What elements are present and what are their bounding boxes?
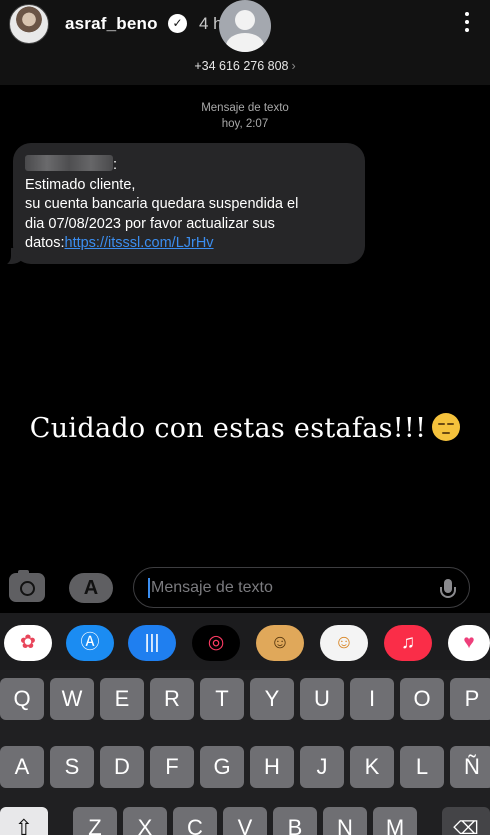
contact-phone[interactable]: +34 616 276 808 › (0, 59, 490, 73)
key-h[interactable]: H (250, 746, 294, 788)
photos-app-icon[interactable]: ✿ (4, 625, 52, 661)
message-line: datos:https://itsssl.com/LJrHv (25, 234, 351, 254)
story-header: asraf_beno ✓ 4 h +34 616 276 808 › (0, 0, 490, 85)
key-w[interactable]: W (50, 678, 94, 720)
key-z[interactable]: Z (73, 807, 117, 835)
fitness-icon[interactable]: ◎ (192, 625, 240, 661)
app-store-button-icon[interactable]: A (69, 573, 113, 603)
caption-text: Cuidado con estas estafas!!! (29, 413, 427, 444)
chevron-right-icon: › (291, 59, 296, 73)
contact-avatar-icon[interactable] (219, 0, 271, 52)
delete-key-icon[interactable]: ⌫ (442, 807, 490, 835)
message-line: su cuenta bancaria quedara suspendida el (25, 196, 299, 212)
phone-number: +34 616 276 808 (194, 59, 289, 73)
key-y[interactable]: Y (250, 678, 294, 720)
message-sender-line: : (25, 155, 351, 176)
key-t[interactable]: T (200, 678, 244, 720)
message-input[interactable]: Mensaje de texto (133, 567, 470, 608)
username[interactable]: asraf_beno (65, 14, 158, 34)
key-o[interactable]: O (400, 678, 444, 720)
digital-touch-icon[interactable]: ♥ (448, 625, 490, 661)
memoji-icon[interactable]: ☺ (256, 625, 304, 661)
story-caption: Cuidado con estas estafas!!! (0, 413, 490, 444)
camera-icon[interactable] (9, 570, 45, 602)
key-x[interactable]: X (123, 807, 167, 835)
message-line: dia 07/08/2023 por favor actualizar sus (25, 215, 275, 232)
key-s[interactable]: S (50, 746, 94, 788)
message-placeholder: Mensaje de texto (151, 579, 273, 596)
key-u[interactable]: U (300, 678, 344, 720)
key-ñ[interactable]: Ñ (450, 746, 490, 788)
more-options-icon[interactable] (460, 10, 474, 36)
key-i[interactable]: I (350, 678, 394, 720)
key-l[interactable]: L (400, 746, 444, 788)
message-line-prefix: datos: (25, 235, 65, 251)
shift-key-icon[interactable]: ⇧ (0, 807, 48, 835)
memoji-stickers-icon[interactable]: ☺ (320, 625, 368, 661)
imessage-app-bar: ✿ Ⓐ ||| ◎ ☺ ☺ ♫ ♥ (0, 613, 490, 670)
key-q[interactable]: Q (0, 678, 44, 720)
key-r[interactable]: R (150, 678, 194, 720)
key-c[interactable]: C (173, 807, 217, 835)
audio-message-icon[interactable]: ||| (128, 625, 176, 661)
thread-label: Mensaje de texto (201, 102, 289, 114)
key-v[interactable]: V (223, 807, 267, 835)
verified-badge-icon: ✓ (168, 14, 187, 33)
message-line: Estimado cliente, (25, 176, 136, 193)
key-m[interactable]: M (373, 807, 417, 835)
redacted-sender (25, 155, 113, 171)
thread-timestamp: hoy, 2:07 (221, 118, 269, 130)
text-cursor (148, 578, 150, 598)
profile-avatar[interactable] (9, 4, 49, 44)
sender-suffix: : (113, 157, 118, 173)
key-d[interactable]: D (100, 746, 144, 788)
message-bubble: : Estimado cliente, su cuenta bancaria q… (13, 143, 365, 264)
app-store-icon[interactable]: Ⓐ (66, 625, 114, 661)
key-n[interactable]: N (323, 807, 367, 835)
phishing-link[interactable]: https://itsssl.com/LJrHv (65, 235, 214, 251)
unamused-face-icon (432, 413, 461, 441)
key-e[interactable]: E (100, 678, 144, 720)
microphone-icon[interactable] (440, 579, 456, 598)
key-f[interactable]: F (150, 746, 194, 788)
key-b[interactable]: B (273, 807, 317, 835)
music-app-icon[interactable]: ♫ (384, 625, 432, 661)
key-k[interactable]: K (350, 746, 394, 788)
keyboard: Q W E R T Y U I O P A S D F G H J K L Ñ Z X C V B N M ⇧ ⌫ (0, 670, 490, 835)
key-j[interactable]: J (300, 746, 344, 788)
key-a[interactable]: A (0, 746, 44, 788)
key-p[interactable]: P (450, 678, 490, 720)
key-g[interactable]: G (200, 746, 244, 788)
